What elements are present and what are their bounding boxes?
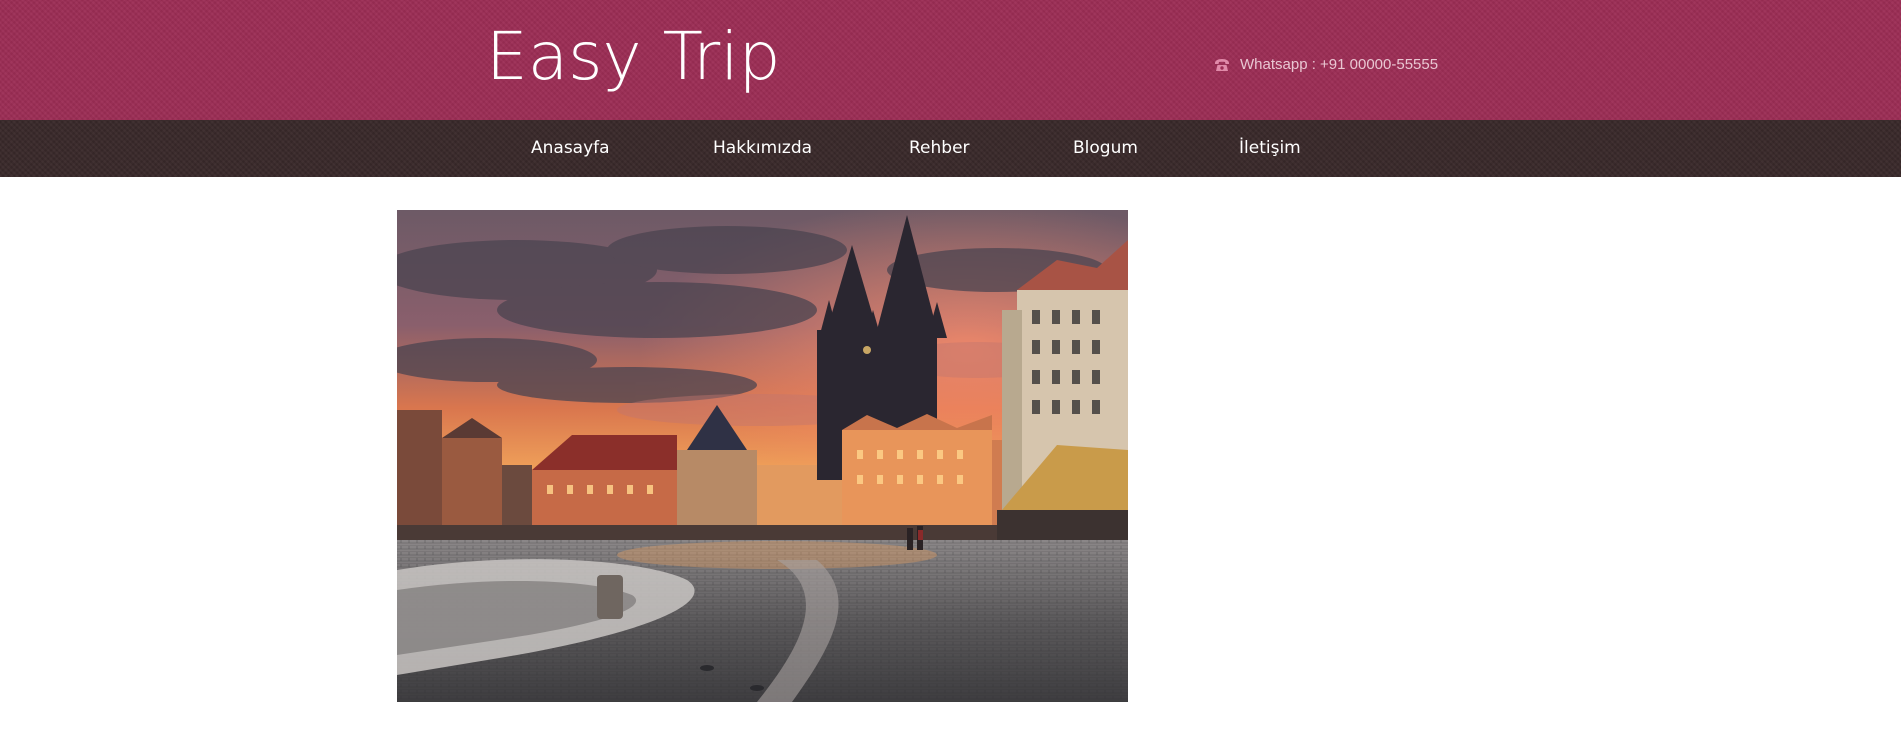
main-nav: Anasayfa Hakkımızda Rehber Blogum İletiş… [0, 120, 1901, 177]
nav-item-iletisim[interactable]: İletişim [1239, 120, 1301, 177]
site-header: Easy Trip Whatsapp : +91 00000-55555 [0, 0, 1901, 120]
whatsapp-contact: Whatsapp : +91 00000-55555 [1214, 55, 1438, 75]
hero-image [397, 210, 1128, 702]
nav-item-blogum[interactable]: Blogum [1073, 120, 1138, 177]
nav-item-rehber[interactable]: Rehber [909, 120, 970, 177]
phone-icon [1215, 59, 1229, 71]
site-logo[interactable]: Easy Trip [486, 14, 781, 100]
nav-item-hakkimizda[interactable]: Hakkımızda [713, 120, 812, 177]
contact-text: Whatsapp : +91 00000-55555 [1240, 56, 1439, 73]
nav-item-anasayfa[interactable]: Anasayfa [531, 120, 610, 177]
